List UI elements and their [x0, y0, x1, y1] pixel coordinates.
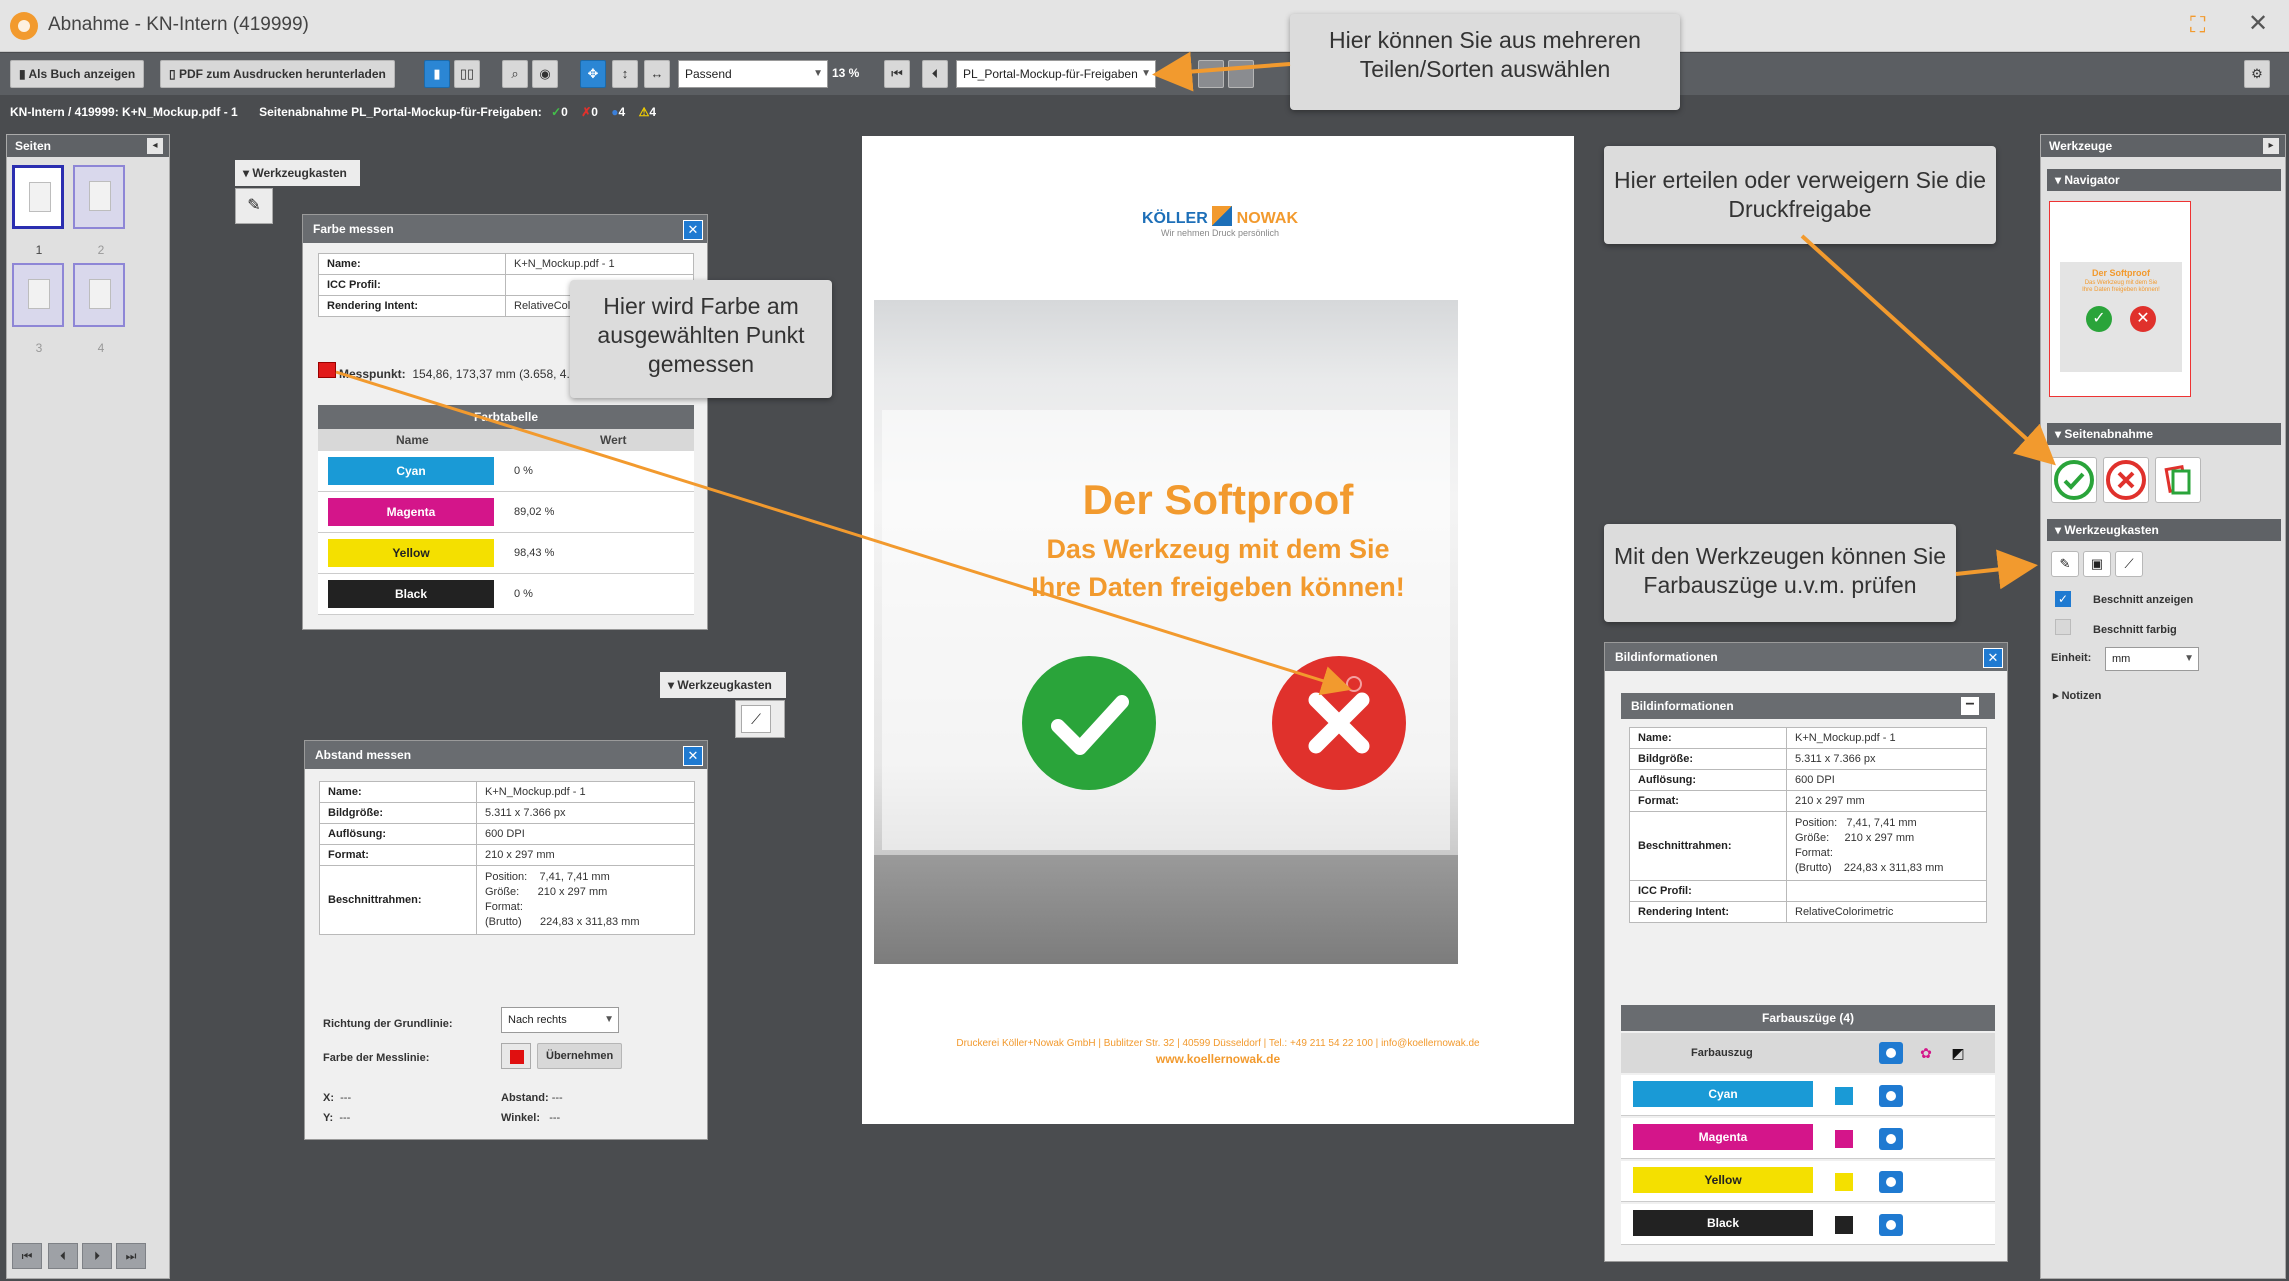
arrow-tools [1955, 549, 2038, 590]
arrow-parts [1152, 51, 1291, 92]
callout-arrows [335, 51, 2056, 696]
arrow-approval [1800, 234, 2056, 466]
arrow-color [335, 370, 1352, 696]
